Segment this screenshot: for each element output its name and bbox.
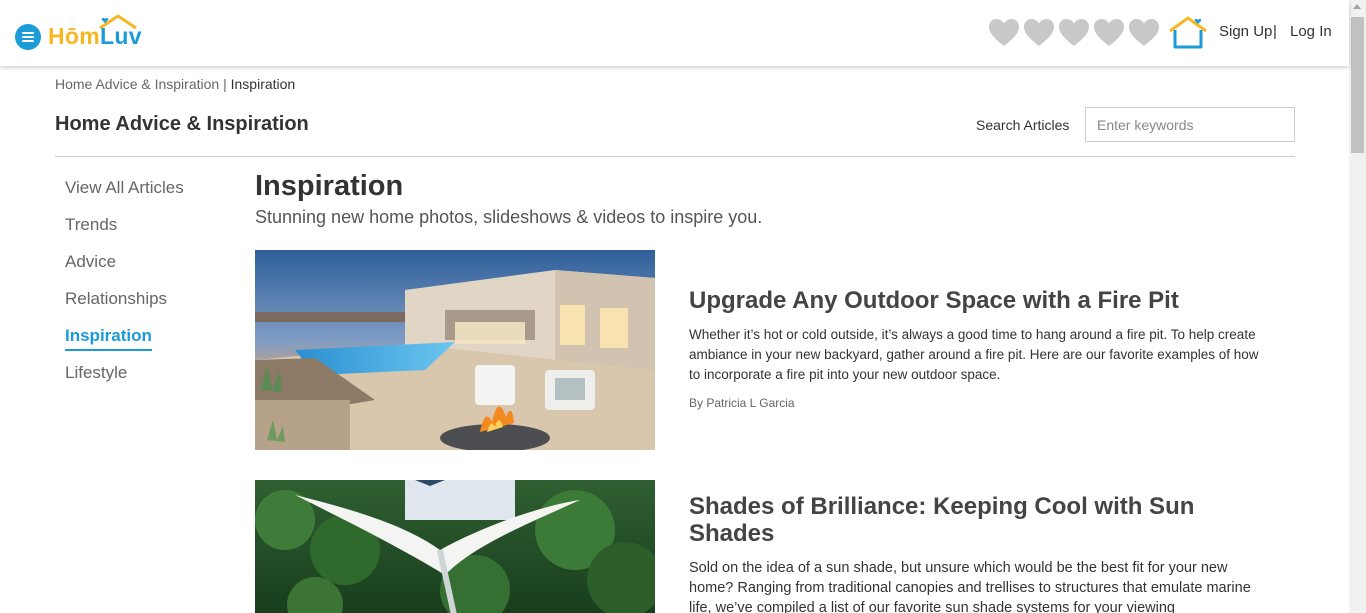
article-image-fire-pit[interactable] — [255, 250, 655, 450]
search-label: Search Articles — [976, 117, 1070, 133]
search-input[interactable] — [1085, 107, 1295, 142]
house-icon[interactable] — [1167, 16, 1209, 50]
page-title: Home Advice & Inspiration — [55, 113, 309, 135]
breadcrumb-current: Inspiration — [230, 76, 296, 92]
favorites-hearts — [988, 17, 1160, 49]
heart-icon[interactable] — [988, 17, 1020, 49]
page-scrollbar[interactable] — [1349, 0, 1366, 613]
section-title: Inspiration — [255, 170, 404, 202]
sidebar-item-trends[interactable]: Trends — [65, 214, 184, 251]
auth-separator: | — [1273, 23, 1277, 40]
sign-up-link[interactable]: Sign Up — [1219, 23, 1272, 40]
outdoor-fire-pit-photo — [255, 250, 655, 450]
article-title[interactable]: Upgrade Any Outdoor Space with a Fire Pi… — [689, 287, 1249, 314]
logo-text-luv: Luv — [100, 23, 142, 49]
sidebar-item-advice[interactable]: Advice — [65, 251, 184, 288]
log-in-link[interactable]: Log In — [1290, 23, 1332, 40]
menu-icon[interactable] — [15, 24, 41, 50]
sidebar-item-inspiration[interactable]: Inspiration — [65, 325, 184, 362]
breadcrumb-parent-link[interactable]: Home Advice & Inspiration — [55, 76, 219, 92]
breadcrumb: Home Advice & Inspiration | Inspiration — [55, 76, 295, 92]
top-header: HōmLuv Sign Up | Log In — [0, 0, 1349, 66]
section-subtitle: Stunning new home photos, slideshows & v… — [255, 207, 763, 227]
header-divider — [55, 156, 1295, 157]
logo-text-hom: Hōm — [48, 23, 101, 49]
article-excerpt: Sold on the idea of a sun shade, but uns… — [689, 560, 1251, 613]
sidebar-item-view-all-articles[interactable]: View All Articles — [65, 177, 184, 214]
category-sidebar: View All Articles Trends Advice Relation… — [65, 177, 184, 399]
scroll-thumb[interactable] — [1351, 17, 1364, 153]
article-image-sun-shades[interactable] — [255, 480, 655, 613]
article-title[interactable]: Shades of Brilliance: Keeping Cool with … — [689, 493, 1249, 547]
heart-icon[interactable] — [1058, 17, 1090, 49]
heart-icon[interactable] — [1023, 17, 1055, 49]
homluv-logo[interactable]: HōmLuv — [48, 14, 142, 50]
heart-icon[interactable] — [1128, 17, 1160, 49]
breadcrumb-separator: | — [223, 76, 227, 92]
sidebar-item-lifestyle[interactable]: Lifestyle — [65, 362, 184, 399]
heart-icon[interactable] — [1093, 17, 1125, 49]
article-excerpt: Whether it’s hot or cold outside, it’s a… — [689, 327, 1259, 382]
scroll-up-arrow-icon[interactable] — [1353, 4, 1361, 9]
sun-shade-photo — [255, 480, 655, 613]
article-author: By Patricia L Garcia — [689, 396, 795, 410]
sidebar-item-relationships[interactable]: Relationships — [65, 288, 184, 325]
